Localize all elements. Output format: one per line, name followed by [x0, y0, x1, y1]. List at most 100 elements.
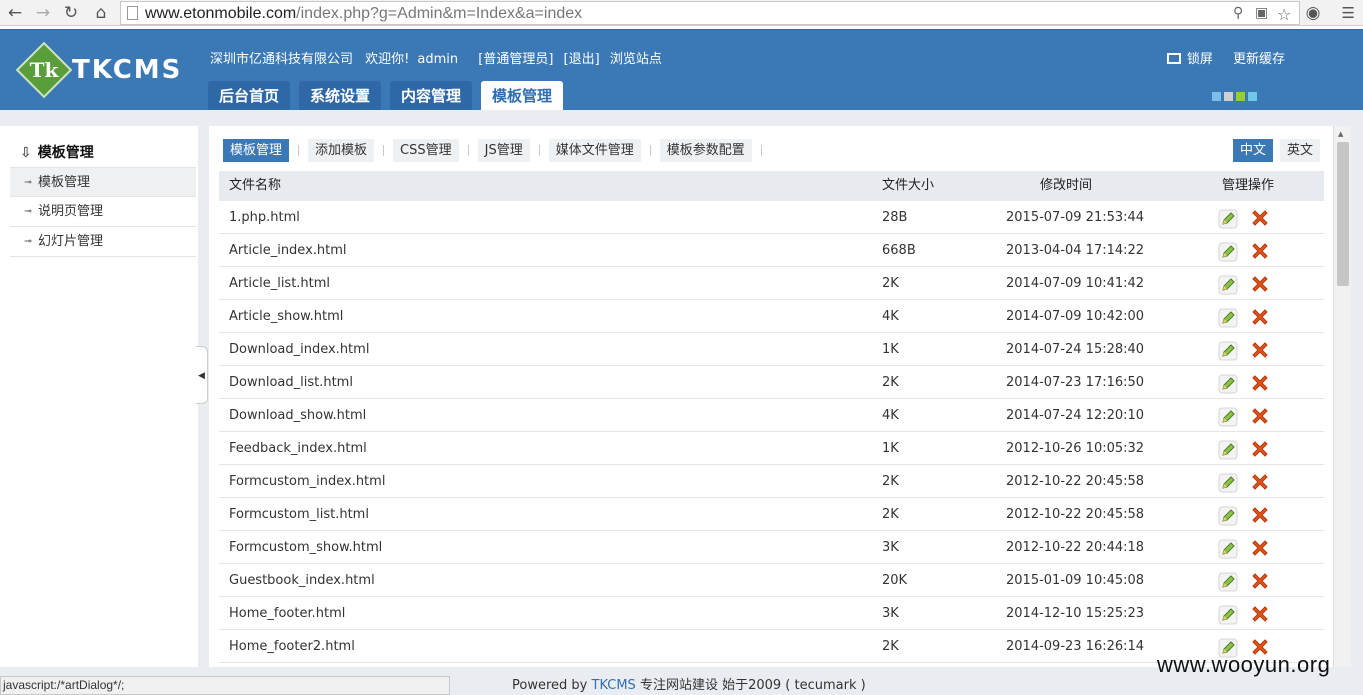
address-bar[interactable]: www.etonmobile.com/index.php?g=Admin&m=I…: [120, 1, 1300, 25]
file-size: 2K: [882, 507, 899, 522]
skin-option[interactable]: [1224, 92, 1233, 101]
lang-chinese-button[interactable]: 中文: [1233, 139, 1274, 162]
file-name: 1.php.html: [229, 210, 300, 225]
subtab-template-params[interactable]: 模板参数配置: [659, 139, 752, 162]
table-row: Formcustom_list.html 2K 2012-10-22 20:45:5…: [219, 498, 1324, 531]
delete-icon[interactable]: [1250, 505, 1270, 525]
forward-icon[interactable]: →: [32, 2, 54, 24]
edit-icon[interactable]: [1218, 605, 1238, 625]
url-text: www.etonmobile.com/index.php?g=Admin&m=I…: [145, 5, 583, 22]
table-row: Guestbook_index.html 20K 2015-01-09 10:45:…: [219, 564, 1324, 597]
file-size: 668B: [882, 243, 916, 258]
back-icon[interactable]: ←: [4, 2, 26, 24]
file-size: 2K: [882, 639, 899, 654]
sidebar-item-pages[interactable]: ➟ 说明页管理: [10, 197, 196, 227]
clear-cache-link[interactable]: 更新缓存: [1233, 52, 1285, 67]
template-table: 文件名称 文件大小 修改时间 管理操作 1.php.html 28B 2015-07…: [219, 171, 1324, 663]
modified-time: 2013-04-04 17:14:22: [1006, 243, 1145, 258]
file-name: Download_list.html: [229, 375, 353, 390]
monitor-icon: [1166, 53, 1181, 64]
subtab-media[interactable]: 媒体文件管理: [548, 139, 641, 162]
translate-icon[interactable]: ▣: [1255, 5, 1268, 21]
browser-toolbar: ← → ↻ ⌂ www.etonmobile.com/index.php?g=A…: [0, 0, 1363, 26]
modified-time: 2015-07-09 21:53:44: [1006, 210, 1145, 225]
scrollbar[interactable]: ▲: [1333, 126, 1351, 667]
company-name: 深圳市亿通科技有限公司: [210, 52, 354, 67]
delete-icon[interactable]: [1250, 571, 1270, 591]
edit-icon[interactable]: [1218, 407, 1238, 427]
tab-system-settings[interactable]: 系统设置: [299, 81, 382, 111]
tab-templates[interactable]: 模板管理: [481, 81, 564, 111]
scroll-up-icon[interactable]: ▲: [1338, 130, 1343, 138]
tab-dashboard[interactable]: 后台首页: [208, 81, 291, 111]
edit-icon[interactable]: [1218, 275, 1238, 295]
home-icon[interactable]: ⌂: [90, 2, 112, 24]
status-bar: javascript:/*artDialog*/;: [0, 676, 450, 695]
view-site-link[interactable]: 浏览站点: [610, 52, 662, 67]
skin-option[interactable]: [1212, 92, 1221, 101]
modified-time: 2014-07-24 15:28:40: [1006, 342, 1145, 357]
subtab-add-template[interactable]: 添加模板: [308, 139, 375, 162]
collapse-sidebar-button[interactable]: ◀: [196, 346, 208, 404]
table-row: Feedback_index.html 1K 2012-10-26 10:05:32: [219, 432, 1324, 465]
subtab-js[interactable]: JS管理: [477, 139, 530, 162]
edit-icon[interactable]: [1218, 209, 1238, 229]
brand-link[interactable]: TKCMS: [592, 678, 636, 693]
edit-icon[interactable]: [1218, 572, 1238, 592]
logout-link[interactable]: [退出]: [564, 52, 600, 67]
modified-time: 2015-01-09 10:45:08: [1006, 573, 1145, 588]
subtab-templates[interactable]: 模板管理: [223, 139, 290, 162]
skin-option[interactable]: [1248, 92, 1257, 101]
edit-icon[interactable]: [1218, 242, 1238, 262]
table-row: Download_list.html 2K 2014-07-23 17:16:50: [219, 366, 1324, 399]
file-name: Guestbook_index.html: [229, 573, 375, 588]
role-link[interactable]: [普通管理员]: [478, 52, 553, 67]
user-info: 深圳市亿通科技有限公司 欢迎你! admin [普通管理员] [退出] 浏览站点: [210, 48, 668, 67]
watermark: www.wooyun.org: [1157, 652, 1331, 677]
subtab-css[interactable]: CSS管理: [393, 139, 459, 162]
file-size: 3K: [882, 540, 899, 555]
edit-icon[interactable]: [1218, 341, 1238, 361]
lock-screen-link[interactable]: 锁屏: [1187, 52, 1213, 67]
delete-icon[interactable]: [1250, 406, 1270, 426]
bullet-icon: ➟: [24, 206, 33, 217]
tab-content[interactable]: 内容管理: [390, 81, 473, 111]
edit-icon[interactable]: [1218, 308, 1238, 328]
delete-icon[interactable]: [1250, 604, 1270, 624]
skin-option[interactable]: [1236, 92, 1245, 101]
delete-icon[interactable]: [1250, 274, 1270, 294]
modified-time: 2014-07-23 17:16:50: [1006, 375, 1145, 390]
file-size: 4K: [882, 408, 899, 423]
delete-icon[interactable]: [1250, 307, 1270, 327]
scroll-thumb[interactable]: [1337, 142, 1349, 286]
reload-icon[interactable]: ↻: [60, 2, 82, 24]
delete-icon[interactable]: [1250, 538, 1270, 558]
delete-icon[interactable]: [1250, 340, 1270, 360]
file-size: 28B: [882, 210, 908, 225]
delete-icon[interactable]: [1250, 439, 1270, 459]
menu-icon[interactable]: ☰: [1342, 4, 1355, 22]
edit-icon[interactable]: [1218, 473, 1238, 493]
edit-icon[interactable]: [1218, 539, 1238, 559]
edit-icon[interactable]: [1218, 506, 1238, 526]
delete-icon[interactable]: [1250, 241, 1270, 261]
delete-icon[interactable]: [1250, 208, 1270, 228]
table-row: Download_index.html 1K 2014-07-24 15:28:40: [219, 333, 1324, 366]
key-icon[interactable]: ⚲: [1233, 5, 1243, 21]
skin-switcher: [1209, 90, 1257, 104]
bullet-icon: ➟: [24, 236, 33, 247]
file-name: Download_show.html: [229, 408, 367, 423]
bullet-icon: ➟: [24, 177, 33, 188]
file-name: Formcustom_index.html: [229, 474, 386, 489]
delete-icon[interactable]: [1250, 373, 1270, 393]
delete-icon[interactable]: [1250, 472, 1270, 492]
star-icon[interactable]: ☆: [1277, 5, 1291, 24]
lang-english-button[interactable]: 英文: [1280, 139, 1321, 162]
sidebar-item-templates[interactable]: ➟ 模板管理: [10, 167, 196, 197]
edit-icon[interactable]: [1218, 374, 1238, 394]
sidebar-item-slides[interactable]: ➟ 幻灯片管理: [10, 227, 196, 257]
globe-icon[interactable]: ◉: [1302, 2, 1324, 24]
file-size: 1K: [882, 441, 899, 456]
edit-icon[interactable]: [1218, 440, 1238, 460]
sidebar: ⇩ 模板管理 ➟ 模板管理 ➟ 说明页管理 ➟ 幻灯片管理: [0, 126, 198, 667]
